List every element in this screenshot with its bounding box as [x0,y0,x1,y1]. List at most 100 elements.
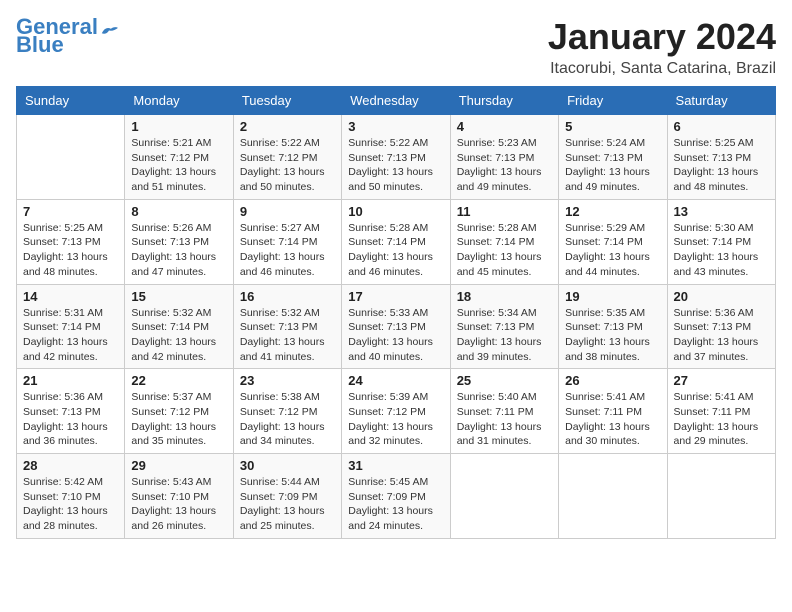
calendar-cell: 18Sunrise: 5:34 AM Sunset: 7:13 PM Dayli… [450,284,558,369]
weekday-header-wednesday: Wednesday [342,87,450,115]
title-block: January 2024 Itacorubi, Santa Catarina, … [548,16,776,78]
day-info: Sunrise: 5:27 AM Sunset: 7:14 PM Dayligh… [240,221,335,280]
calendar-table: SundayMondayTuesdayWednesdayThursdayFrid… [16,86,776,539]
day-info: Sunrise: 5:39 AM Sunset: 7:12 PM Dayligh… [348,390,443,449]
day-info: Sunrise: 5:41 AM Sunset: 7:11 PM Dayligh… [565,390,660,449]
weekday-header-friday: Friday [559,87,667,115]
page-header: General Blue January 2024 Itacorubi, San… [16,16,776,78]
calendar-cell: 13 Sunrise: 5:30 AM Sunset: 7:14 PM Dayli… [667,199,775,284]
calendar-cell: 7Sunrise: 5:25 AM Sunset: 7:13 PM Daylig… [17,199,125,284]
calendar-cell: 2Sunrise: 5:22 AM Sunset: 7:12 PM Daylig… [233,115,341,200]
day-number: 27 [674,373,769,388]
calendar-cell: 21 Sunrise: 5:36 AM Sunset: 7:13 PM Dayli… [17,369,125,454]
calendar-title: January 2024 [548,16,776,58]
weekday-header-thursday: Thursday [450,87,558,115]
calendar-cell: 28 Sunrise: 5:42 AM Sunset: 7:10 PM Dayli… [17,454,125,539]
calendar-cell: 27 Sunrise: 5:41 AM Sunset: 7:11 PM Dayli… [667,369,775,454]
calendar-cell: 31 Sunrise: 5:45 AM Sunset: 7:09 PM Dayli… [342,454,450,539]
day-number: 22 [131,373,226,388]
calendar-week-row: 14 Sunrise: 5:31 AM Sunset: 7:14 PM Dayli… [17,284,776,369]
day-info: Sunrise: 5:29 AM Sunset: 7:14 PM Dayligh… [565,221,660,280]
calendar-cell: 9 Sunrise: 5:27 AM Sunset: 7:14 PM Daylig… [233,199,341,284]
logo-bird-icon [100,24,118,38]
day-info: Sunrise: 5:40 AM Sunset: 7:11 PM Dayligh… [457,390,552,449]
calendar-cell: 8 Sunrise: 5:26 AM Sunset: 7:13 PM Daylig… [125,199,233,284]
day-info: Sunrise: 5:31 AM Sunset: 7:14 PM Dayligh… [23,306,118,365]
day-number: 4 [457,119,552,134]
calendar-cell: 26 Sunrise: 5:41 AM Sunset: 7:11 PM Dayli… [559,369,667,454]
calendar-cell: 29Sunrise: 5:43 AM Sunset: 7:10 PM Dayli… [125,454,233,539]
day-number: 15 [131,289,226,304]
calendar-cell: 17 Sunrise: 5:33 AM Sunset: 7:13 PM Dayli… [342,284,450,369]
day-info: Sunrise: 5:33 AM Sunset: 7:13 PM Dayligh… [348,306,443,365]
day-number: 18 [457,289,552,304]
logo-blue-text: Blue [16,34,64,56]
weekday-header-sunday: Sunday [17,87,125,115]
calendar-cell: 12 Sunrise: 5:29 AM Sunset: 7:14 PM Dayli… [559,199,667,284]
day-number: 19 [565,289,660,304]
day-number: 20 [674,289,769,304]
calendar-cell [667,454,775,539]
day-info: Sunrise: 5:38 AM Sunset: 7:12 PM Dayligh… [240,390,335,449]
day-info: Sunrise: 5:28 AM Sunset: 7:14 PM Dayligh… [457,221,552,280]
day-number: 31 [348,458,443,473]
calendar-cell: 22 Sunrise: 5:37 AM Sunset: 7:12 PM Dayli… [125,369,233,454]
calendar-cell: 10Sunrise: 5:28 AM Sunset: 7:14 PM Dayli… [342,199,450,284]
day-info: Sunrise: 5:37 AM Sunset: 7:12 PM Dayligh… [131,390,226,449]
logo: General Blue [16,16,118,56]
calendar-cell: 16 Sunrise: 5:32 AM Sunset: 7:13 PM Dayli… [233,284,341,369]
day-number: 30 [240,458,335,473]
day-number: 17 [348,289,443,304]
calendar-cell [559,454,667,539]
calendar-cell: 19 Sunrise: 5:35 AM Sunset: 7:13 PM Dayli… [559,284,667,369]
day-number: 1 [131,119,226,134]
day-number: 9 [240,204,335,219]
day-number: 12 [565,204,660,219]
day-number: 29 [131,458,226,473]
day-info: Sunrise: 5:23 AM Sunset: 7:13 PM Dayligh… [457,136,552,195]
day-info: Sunrise: 5:36 AM Sunset: 7:13 PM Dayligh… [23,390,118,449]
day-info: Sunrise: 5:22 AM Sunset: 7:12 PM Dayligh… [240,136,335,195]
day-number: 14 [23,289,118,304]
day-info: Sunrise: 5:25 AM Sunset: 7:13 PM Dayligh… [674,136,769,195]
calendar-cell: 4 Sunrise: 5:23 AM Sunset: 7:13 PM Daylig… [450,115,558,200]
day-number: 21 [23,373,118,388]
day-number: 25 [457,373,552,388]
calendar-cell: 5Sunrise: 5:24 AM Sunset: 7:13 PM Daylig… [559,115,667,200]
day-number: 28 [23,458,118,473]
day-number: 5 [565,119,660,134]
day-info: Sunrise: 5:32 AM Sunset: 7:14 PM Dayligh… [131,306,226,365]
day-number: 13 [674,204,769,219]
day-info: Sunrise: 5:44 AM Sunset: 7:09 PM Dayligh… [240,475,335,534]
day-info: Sunrise: 5:42 AM Sunset: 7:10 PM Dayligh… [23,475,118,534]
calendar-cell: 24Sunrise: 5:39 AM Sunset: 7:12 PM Dayli… [342,369,450,454]
calendar-cell: 6Sunrise: 5:25 AM Sunset: 7:13 PM Daylig… [667,115,775,200]
calendar-cell: 15 Sunrise: 5:32 AM Sunset: 7:14 PM Dayli… [125,284,233,369]
calendar-cell: 25 Sunrise: 5:40 AM Sunset: 7:11 PM Dayli… [450,369,558,454]
day-number: 26 [565,373,660,388]
day-info: Sunrise: 5:36 AM Sunset: 7:13 PM Dayligh… [674,306,769,365]
day-number: 16 [240,289,335,304]
day-info: Sunrise: 5:25 AM Sunset: 7:13 PM Dayligh… [23,221,118,280]
day-info: Sunrise: 5:41 AM Sunset: 7:11 PM Dayligh… [674,390,769,449]
calendar-cell: 1 Sunrise: 5:21 AM Sunset: 7:12 PM Daylig… [125,115,233,200]
day-info: Sunrise: 5:32 AM Sunset: 7:13 PM Dayligh… [240,306,335,365]
calendar-subtitle: Itacorubi, Santa Catarina, Brazil [548,60,776,78]
day-number: 8 [131,204,226,219]
day-info: Sunrise: 5:28 AM Sunset: 7:14 PM Dayligh… [348,221,443,280]
calendar-week-row: 28 Sunrise: 5:42 AM Sunset: 7:10 PM Dayli… [17,454,776,539]
day-info: Sunrise: 5:26 AM Sunset: 7:13 PM Dayligh… [131,221,226,280]
calendar-week-row: 21 Sunrise: 5:36 AM Sunset: 7:13 PM Dayli… [17,369,776,454]
day-info: Sunrise: 5:21 AM Sunset: 7:12 PM Dayligh… [131,136,226,195]
calendar-cell [450,454,558,539]
day-info: Sunrise: 5:35 AM Sunset: 7:13 PM Dayligh… [565,306,660,365]
calendar-cell: 11Sunrise: 5:28 AM Sunset: 7:14 PM Dayli… [450,199,558,284]
day-info: Sunrise: 5:45 AM Sunset: 7:09 PM Dayligh… [348,475,443,534]
day-number: 3 [348,119,443,134]
day-info: Sunrise: 5:30 AM Sunset: 7:14 PM Dayligh… [674,221,769,280]
calendar-cell: 30 Sunrise: 5:44 AM Sunset: 7:09 PM Dayli… [233,454,341,539]
calendar-cell: 14 Sunrise: 5:31 AM Sunset: 7:14 PM Dayli… [17,284,125,369]
calendar-week-row: 7Sunrise: 5:25 AM Sunset: 7:13 PM Daylig… [17,199,776,284]
weekday-header-monday: Monday [125,87,233,115]
day-info: Sunrise: 5:22 AM Sunset: 7:13 PM Dayligh… [348,136,443,195]
